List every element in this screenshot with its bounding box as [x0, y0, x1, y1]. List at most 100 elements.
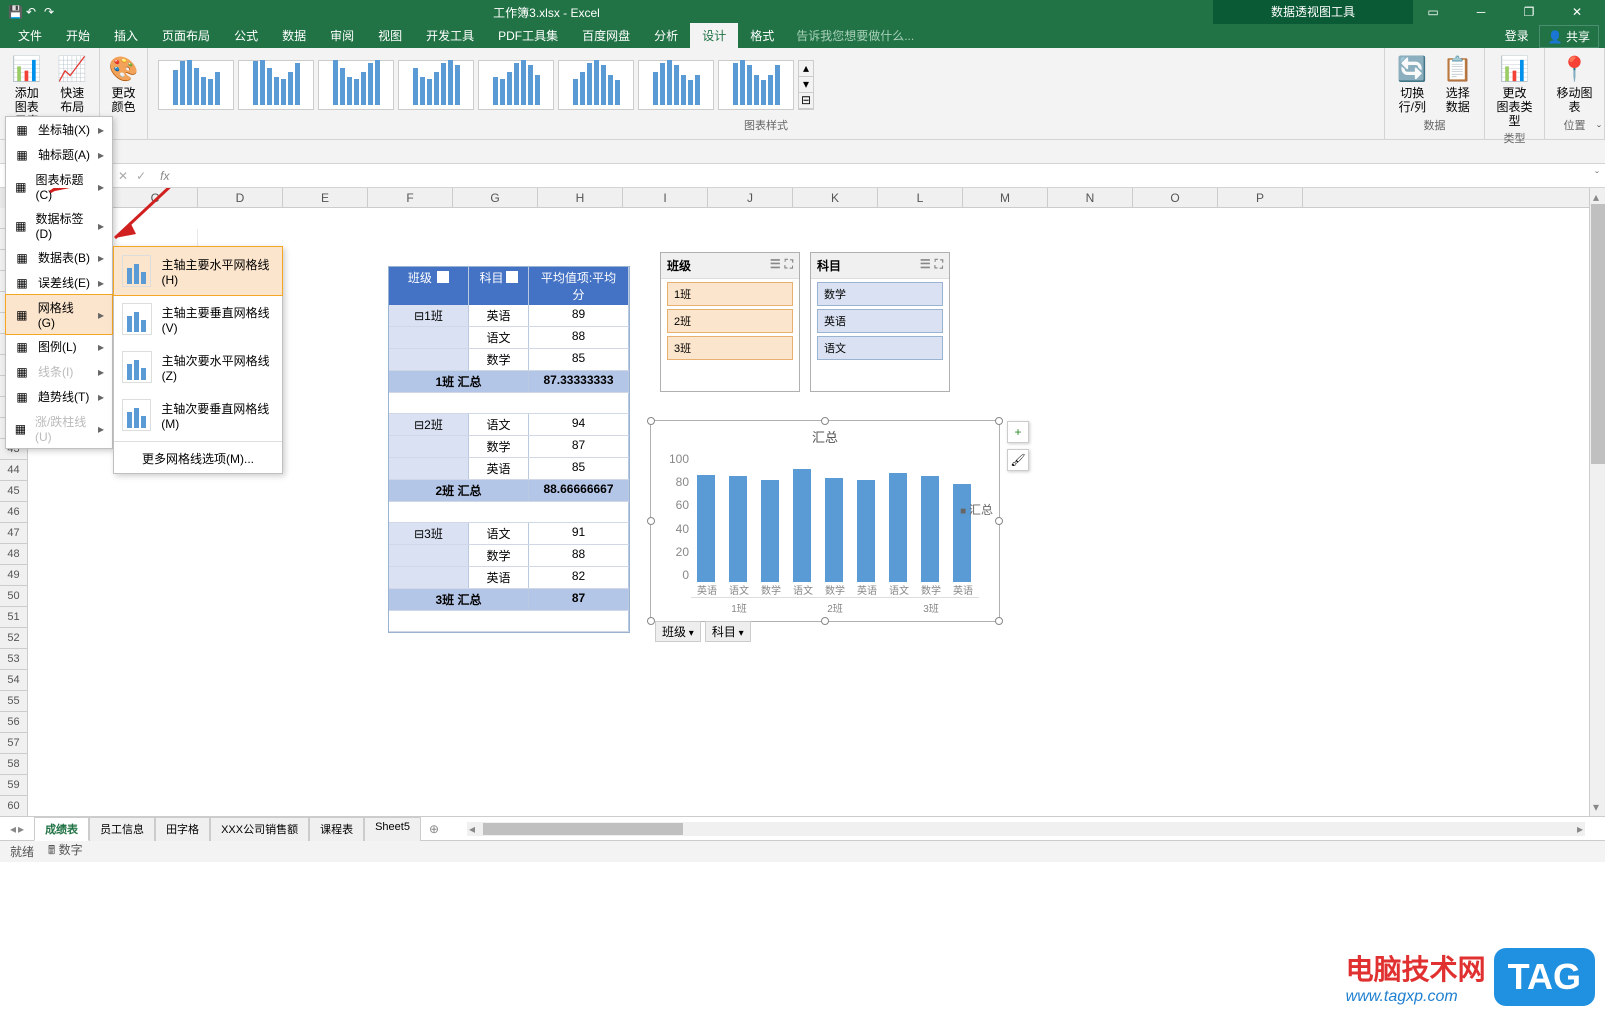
- row-header[interactable]: 46: [0, 502, 27, 523]
- style-thumb[interactable]: [638, 60, 714, 110]
- multiselect-icon[interactable]: ☰: [920, 257, 931, 274]
- tab-design[interactable]: 设计: [690, 23, 738, 48]
- chart-filter-class[interactable]: 班级 ▾: [655, 621, 701, 642]
- gridline-option[interactable]: 主轴次要水平网格线(Z): [114, 343, 282, 391]
- sheet-tab[interactable]: 成绩表: [34, 817, 89, 841]
- vertical-scrollbar[interactable]: ▴ ▾: [1589, 188, 1605, 816]
- row-header[interactable]: 44: [0, 460, 27, 481]
- dd-item-dtable[interactable]: ▦数据表(B)▸: [6, 245, 112, 270]
- col-header[interactable]: F: [368, 188, 453, 207]
- row-header[interactable]: 47: [0, 523, 27, 544]
- col-header[interactable]: K: [793, 188, 878, 207]
- ribbon-opts-icon[interactable]: ▭: [1413, 0, 1453, 24]
- gridline-option[interactable]: 主轴主要垂直网格线(V): [114, 295, 282, 343]
- change-colors-button[interactable]: 🎨 更改 颜色: [106, 52, 141, 116]
- slicer-item[interactable]: 数学: [817, 282, 943, 306]
- tab-layout[interactable]: 页面布局: [150, 23, 222, 48]
- slicer-item[interactable]: 英语: [817, 309, 943, 333]
- row-header[interactable]: 52: [0, 628, 27, 649]
- undo-icon[interactable]: ↶: [26, 5, 40, 19]
- tab-dev[interactable]: 开发工具: [414, 23, 486, 48]
- tab-file[interactable]: 文件: [6, 23, 54, 48]
- expand-formula-icon[interactable]: ˇ: [1589, 169, 1605, 183]
- slicer-subject[interactable]: 科目 ☰⛶ 数学 英语 语文: [810, 252, 950, 392]
- row-header[interactable]: 56: [0, 712, 27, 733]
- row-header[interactable]: 59: [0, 775, 27, 796]
- tell-me-input[interactable]: 告诉我您想要做什么...: [786, 23, 924, 48]
- col-header[interactable]: L: [878, 188, 963, 207]
- dd-item-error[interactable]: ▦误差线(E)▸: [6, 270, 112, 295]
- scroll-thumb[interactable]: [1591, 204, 1605, 464]
- col-header[interactable]: I: [623, 188, 708, 207]
- row-header[interactable]: 51: [0, 607, 27, 628]
- gridline-option[interactable]: 主轴主要水平网格线(H): [114, 247, 282, 295]
- move-chart-button[interactable]: 📍 移动图表: [1551, 52, 1598, 116]
- dd-item-axis[interactable]: ▦坐标轴(X)▸: [6, 117, 112, 142]
- dd-item-dlabel[interactable]: ▦数据标签(D)▸: [6, 206, 112, 245]
- select-data-button[interactable]: 📋 选择数据: [1438, 52, 1478, 116]
- sheet-tab[interactable]: XXX公司销售额: [210, 817, 309, 841]
- tab-formulas[interactable]: 公式: [222, 23, 270, 48]
- chart-plus-button[interactable]: +: [1007, 421, 1029, 443]
- sheet-tab[interactable]: Sheet5: [364, 817, 421, 841]
- dd-item-ctitle[interactable]: ▦图表标题(C)▸: [6, 167, 112, 206]
- sheet-tab[interactable]: 员工信息: [89, 817, 155, 841]
- restore-button[interactable]: ❐: [1509, 0, 1549, 24]
- pivot-table[interactable]: 班级 ▾科目▾平均值项:平均分⊟1班英语89语文88数学851班 汇总87.33…: [388, 266, 630, 633]
- more-gridlines[interactable]: 更多网格线选项(M)...: [114, 444, 282, 473]
- scroll-down-icon[interactable]: ▾: [1593, 800, 1599, 814]
- chart-filter-subject[interactable]: 科目 ▾: [705, 621, 751, 642]
- tab-home[interactable]: 开始: [54, 23, 102, 48]
- row-header[interactable]: 49: [0, 565, 27, 586]
- clear-filter-icon[interactable]: ⛶: [935, 257, 943, 274]
- slicer-item[interactable]: 1班: [667, 282, 793, 306]
- change-chart-type-button[interactable]: 📊 更改 图表类型: [1491, 52, 1538, 130]
- col-header[interactable]: C: [113, 188, 198, 207]
- slicer-class[interactable]: 班级 ☰⛶ 1班 2班 3班: [660, 252, 800, 392]
- tab-data[interactable]: 数据: [270, 23, 318, 48]
- add-sheet-button[interactable]: ⊕: [421, 819, 447, 839]
- sheet-tab[interactable]: 田字格: [155, 817, 210, 841]
- login-button[interactable]: 登录: [1495, 23, 1539, 48]
- chart-brush-button[interactable]: 🖌: [1007, 449, 1029, 471]
- tab-format[interactable]: 格式: [738, 23, 786, 48]
- chart-title[interactable]: 汇总: [651, 421, 999, 452]
- collapse-ribbon-button[interactable]: ˇ: [1597, 123, 1601, 137]
- style-thumb[interactable]: [718, 60, 794, 110]
- minimize-button[interactable]: ─: [1461, 0, 1501, 24]
- row-header[interactable]: 60: [0, 796, 27, 816]
- save-icon[interactable]: 💾: [8, 5, 22, 19]
- clear-filter-icon[interactable]: ⛶: [785, 257, 793, 274]
- style-thumb[interactable]: [318, 60, 394, 110]
- slicer-item[interactable]: 2班: [667, 309, 793, 333]
- row-header[interactable]: 53: [0, 649, 27, 670]
- style-thumb[interactable]: [478, 60, 554, 110]
- sheet-nav-last[interactable]: ▸: [18, 822, 24, 836]
- col-header[interactable]: P: [1218, 188, 1303, 207]
- slicer-item[interactable]: 3班: [667, 336, 793, 360]
- sheet-tab[interactable]: 课程表: [309, 817, 364, 841]
- switch-row-col-button[interactable]: 🔄 切换行/列: [1391, 52, 1434, 116]
- cancel-formula-icon[interactable]: ✕: [118, 169, 128, 183]
- scroll-up-icon[interactable]: ▴: [1593, 190, 1599, 204]
- tab-view[interactable]: 视图: [366, 23, 414, 48]
- share-button[interactable]: 👤 共享: [1539, 25, 1599, 48]
- tab-baidu[interactable]: 百度网盘: [570, 23, 642, 48]
- col-header[interactable]: N: [1048, 188, 1133, 207]
- horizontal-scrollbar[interactable]: ◂ ▸: [467, 822, 1585, 836]
- dd-item-legend[interactable]: ▦图例(L)▸: [6, 334, 112, 359]
- dd-item-axtitle[interactable]: ▦轴标题(A)▸: [6, 142, 112, 167]
- accept-formula-icon[interactable]: ✓: [136, 169, 146, 183]
- dd-item-trend[interactable]: ▦趋势线(T)▸: [6, 384, 112, 409]
- row-header[interactable]: 57: [0, 733, 27, 754]
- style-thumb[interactable]: [558, 60, 634, 110]
- style-thumb[interactable]: [158, 60, 234, 110]
- dd-item-updown[interactable]: ▦涨/跌柱线(U)▸: [6, 409, 112, 448]
- tab-insert[interactable]: 插入: [102, 23, 150, 48]
- col-header[interactable]: M: [963, 188, 1048, 207]
- col-header[interactable]: G: [453, 188, 538, 207]
- dd-item-lines[interactable]: ▦线条(I)▸: [6, 359, 112, 384]
- row-header[interactable]: 58: [0, 754, 27, 775]
- row-header[interactable]: 45: [0, 481, 27, 502]
- col-header[interactable]: D: [198, 188, 283, 207]
